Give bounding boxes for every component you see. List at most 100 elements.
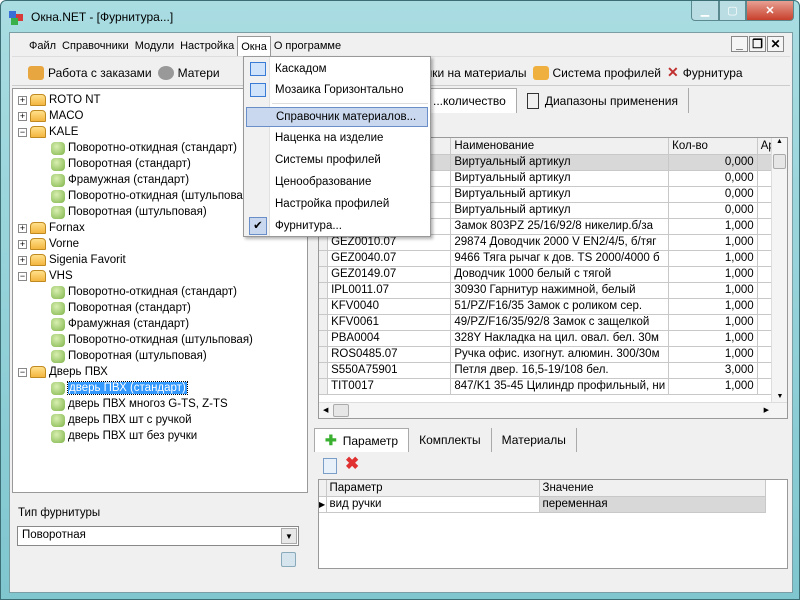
collapse-icon[interactable]: − [18, 271, 27, 281]
menu-settings[interactable]: Настройка [177, 36, 237, 56]
menu-item-tile-horizontal[interactable]: Мозаика Горизонтально [246, 80, 428, 100]
delete-parameter-icon[interactable]: ✖ [345, 454, 359, 474]
tree-node[interactable]: + Vorne [18, 236, 79, 252]
tree-node[interactable]: дверь ПВХ шт без ручки [51, 428, 197, 444]
tree-node[interactable]: Поворотная (стандарт) [51, 156, 191, 172]
tree-node[interactable]: Фрамужная (стандарт) [51, 316, 189, 332]
tree-node[interactable]: + ROTO NT [18, 92, 101, 108]
collapse-icon[interactable]: − [18, 367, 27, 377]
column-header[interactable]: Наименование [450, 138, 670, 155]
tree-node-label: Поворотная (штульповая) [68, 350, 207, 362]
child-restore-button[interactable]: ❐ [749, 36, 766, 52]
fitting-icon [51, 173, 65, 187]
tree-node[interactable]: + Sigenia Favorit [18, 252, 126, 268]
fittings-type-select[interactable]: Поворотная ▼ [17, 526, 299, 546]
tree-node[interactable]: Поворотная (стандарт) [51, 300, 191, 316]
child-close-button[interactable]: ✕ [767, 36, 784, 52]
menu-item-cascade[interactable]: Каскадом [246, 59, 428, 79]
tree-node-label: KALE [49, 126, 79, 138]
cascade-icon [250, 62, 266, 76]
checkmark-icon: ✔ [249, 217, 267, 235]
minimize-button[interactable]: ▁ [691, 1, 719, 21]
menu-references[interactable]: Справочники [59, 36, 132, 56]
tree-node[interactable]: Поворотно-откидная (штульповая) [51, 188, 253, 204]
tree-node-label: Vorne [49, 238, 80, 250]
tree-node[interactable]: Поворотная (штульповая) [51, 348, 207, 364]
menu-windows[interactable]: Окна [237, 35, 271, 56]
expand-icon[interactable]: + [18, 95, 27, 105]
table-row[interactable]: ▶ вид ручки переменная [319, 496, 766, 513]
fitting-icon [51, 429, 65, 443]
fitting-icon [51, 301, 65, 315]
tools-icon: ✕ [666, 64, 679, 80]
tree-node[interactable]: − Дверь ПВХ [18, 364, 108, 380]
tree-node[interactable]: дверь ПВХ многоз G-TS, Z-TS [51, 396, 228, 412]
table-row[interactable]: KFV0061 49/PZ/F16/35/92/8 Замок с защелко… [319, 314, 787, 331]
fitting-icon [51, 397, 65, 411]
menu-bar: Файл Справочники Модули Настройка Окна О… [12, 35, 790, 57]
tab-ranges[interactable]: Диапазоны применения [517, 88, 689, 113]
menu-item-profile-systems[interactable]: Системы профилей [246, 150, 428, 170]
column-header[interactable]: Кол-во [668, 138, 758, 155]
menu-item-materials-reference[interactable]: Справочник материалов... [246, 107, 428, 127]
save-icon[interactable] [281, 552, 296, 567]
tab-materials[interactable]: Материалы [492, 428, 577, 452]
menu-item-product-markup[interactable]: Наценка на изделие [246, 128, 428, 148]
table-row[interactable]: IPL0011.07 30930 Гарнитур нажимной, белый… [319, 282, 787, 299]
menu-about[interactable]: О программе [271, 36, 344, 56]
tree-node[interactable]: Поворотно-откидная (стандарт) [51, 284, 237, 300]
table-row[interactable]: GEZ0040.07 9466 Тяга рычаг к дов. TS 2000… [319, 250, 787, 267]
expand-icon[interactable]: + [18, 223, 27, 233]
table-row[interactable]: ROS0485.07 Ручка офис. изогнут. алюмин. 3… [319, 346, 787, 363]
orders-button[interactable]: Работа с заказами [28, 65, 152, 80]
fittings-button[interactable]: ✕ Фурнитура [667, 64, 743, 81]
folder-icon [30, 254, 46, 266]
folder-icon [30, 238, 46, 250]
tree-node[interactable]: + Fornax [18, 220, 85, 236]
tree-node-label: дверь ПВХ шт с ручкой [68, 414, 192, 426]
profile-system-button[interactable]: Система профилей [532, 65, 661, 80]
vertical-scrollbar[interactable]: ▲ ▼ [771, 138, 787, 402]
maximize-button[interactable]: ▢ [719, 1, 746, 21]
tree-node[interactable]: Фрамужная (стандарт) [51, 172, 189, 188]
parameters-grid[interactable]: Параметр Значение ▶ вид ручки переменная [318, 479, 788, 569]
folder-icon [30, 270, 46, 282]
table-row[interactable]: TIT0017 847/K1 35-45 Цилиндр профильный, … [319, 378, 787, 395]
tree-node[interactable]: дверь ПВХ (стандарт) [51, 380, 188, 396]
title-bar: Окна.NET - [Фурнитура...] [9, 7, 173, 27]
tree-node[interactable]: Поворотно-откидная (штульповая) [51, 332, 253, 348]
menu-file[interactable]: Файл [26, 36, 59, 56]
tree-node[interactable]: + MACO [18, 108, 84, 124]
table-row[interactable]: S550A75901 Петля двер. 16,5-19/108 бел. 3,… [319, 362, 787, 379]
add-parameter-icon[interactable] [323, 458, 337, 474]
expand-icon[interactable]: + [18, 239, 27, 249]
tree-node[interactable]: − KALE [18, 124, 78, 140]
tree-node[interactable]: Поворотно-откидная (стандарт) [51, 140, 237, 156]
table-row[interactable]: KFV0040 51/PZ/F16/35 Замок с роликом сер.… [319, 298, 787, 315]
menu-item-profile-settings[interactable]: Настройка профилей [246, 194, 428, 214]
tree-node[interactable]: дверь ПВХ шт с ручкой [51, 412, 192, 428]
tree-node[interactable]: Поворотная (штульповая) [51, 204, 207, 220]
app-window: Окна.NET - [Фурнитура...] ▁ ▢ ✕ Файл Спр… [0, 0, 800, 600]
expand-icon[interactable]: + [18, 111, 27, 121]
table-row[interactable]: GEZ0149.07 Доводчик 1000 белый с тягой 1,0… [319, 266, 787, 283]
fitting-icon [51, 333, 65, 347]
tree-node-label: Фрамужная (стандарт) [68, 318, 190, 330]
tree-node[interactable]: − VHS [18, 268, 73, 284]
fitting-icon [51, 205, 65, 219]
horizontal-scrollbar[interactable]: ◀ ▶ [319, 402, 787, 418]
child-minimize-button[interactable]: _ [731, 36, 748, 52]
materials-button[interactable]: Матери [157, 65, 220, 80]
close-button[interactable]: ✕ [746, 1, 794, 21]
tab-kits[interactable]: Комплекты [409, 428, 492, 452]
collapse-icon[interactable]: − [18, 127, 27, 137]
fittings-type-label: Тип фурнитуры [18, 507, 101, 519]
table-row[interactable]: PBA0004 328Y Накладка на цил. овал. бел. … [319, 330, 787, 347]
expand-icon[interactable]: + [18, 255, 27, 265]
menu-item-fittings[interactable]: ✔ Фурнитура... [246, 216, 428, 236]
tab-parameter[interactable]: ✚ Параметр [314, 428, 410, 452]
menu-item-pricing[interactable]: Ценообразование [246, 172, 428, 192]
menu-modules[interactable]: Модули [132, 36, 177, 56]
tree-node-label: Фрамужная (стандарт) [68, 174, 190, 186]
chevron-down-icon[interactable]: ▼ [281, 528, 297, 544]
